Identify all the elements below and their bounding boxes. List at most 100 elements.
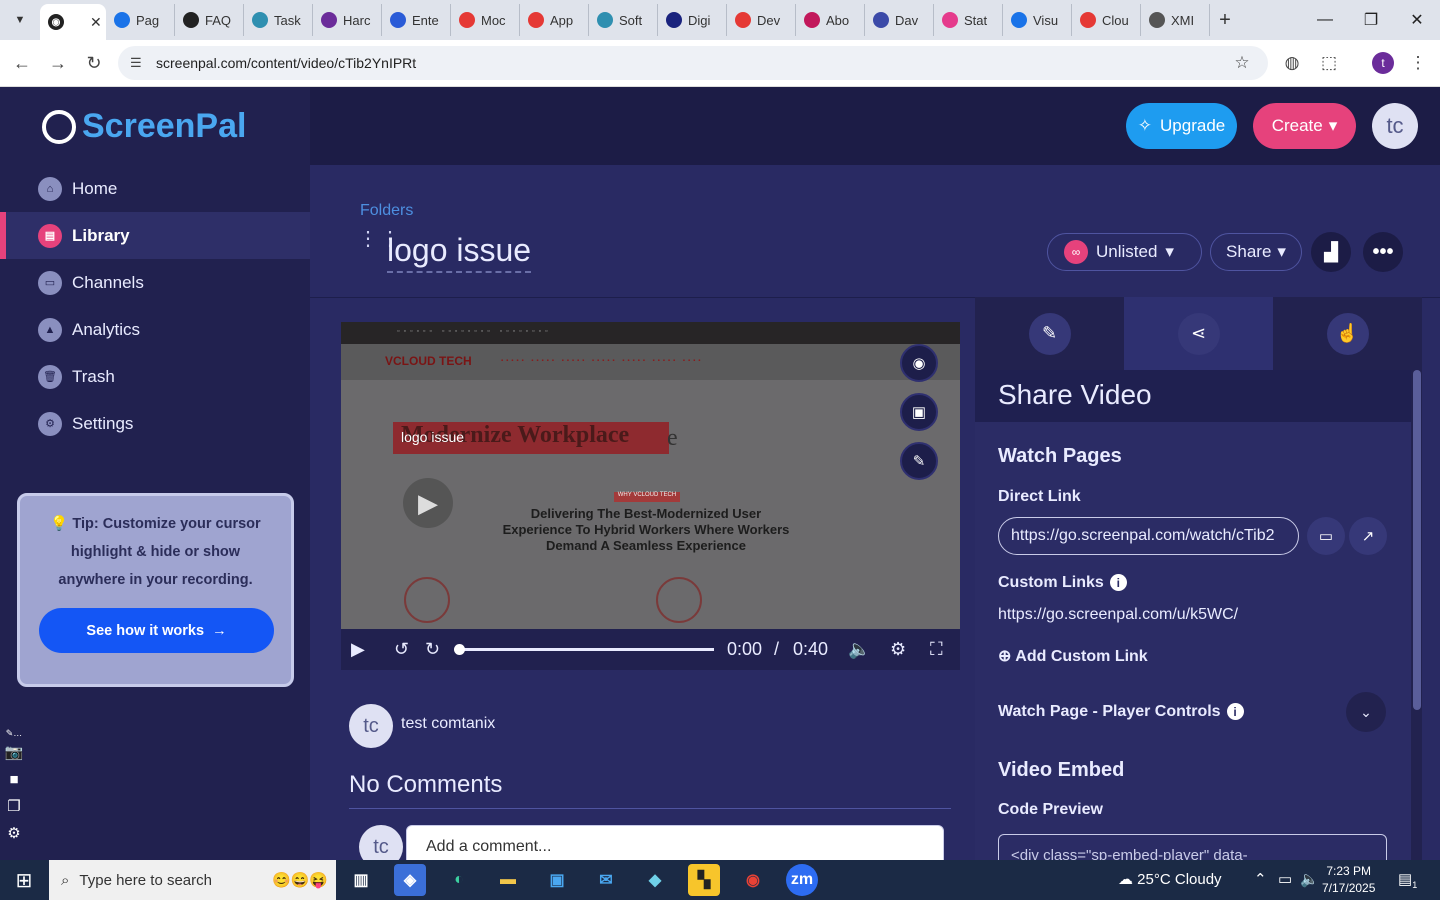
tab-share[interactable]: ⋖ xyxy=(1124,297,1273,370)
scrollbar[interactable] xyxy=(1411,370,1422,860)
see-how-it-works-button[interactable]: See how it works → xyxy=(39,608,274,653)
new-tab-icon[interactable]: + xyxy=(1210,9,1240,32)
image-icon[interactable]: ▣ xyxy=(900,393,938,431)
info-icon[interactable]: i xyxy=(1109,574,1127,592)
browser-tab[interactable]: Visu xyxy=(1003,4,1072,36)
upgrade-button[interactable]: ✧ Upgrade xyxy=(1126,103,1237,149)
browser-tab[interactable]: FAQ xyxy=(175,4,244,36)
edit-video-icon[interactable]: ✎ xyxy=(900,442,938,480)
screenpal-logo[interactable]: ScreenPal xyxy=(42,107,246,146)
video-camera-icon[interactable]: ■ xyxy=(4,769,24,789)
network-icon[interactable]: ▭ xyxy=(1278,870,1292,888)
add-custom-link-button[interactable]: ⊕ Add Custom Link xyxy=(998,646,1148,666)
big-play-button[interactable]: ▶ xyxy=(403,478,453,528)
breadcrumb-folders[interactable]: Folders xyxy=(360,202,413,220)
site-info-icon[interactable]: ☰ xyxy=(130,55,142,71)
minimize-icon[interactable]: — xyxy=(1302,0,1348,40)
fullscreen-icon[interactable]: ⛶ xyxy=(930,639,943,660)
copy-link-button[interactable]: ▭ xyxy=(1307,517,1345,555)
seek-handle[interactable] xyxy=(454,644,465,655)
browser-tab[interactable]: Harc xyxy=(313,4,382,36)
copilot-icon[interactable]: ◈ xyxy=(394,864,426,896)
camera-icon[interactable]: 📷 xyxy=(4,742,24,762)
direct-link-field[interactable]: https://go.screenpal.com/watch/cTib2 xyxy=(998,517,1299,555)
store-icon[interactable]: ▣ xyxy=(541,864,573,896)
bookmark-star-icon[interactable]: ☆ xyxy=(1225,46,1259,80)
play-icon[interactable]: ▶ xyxy=(351,639,365,660)
rewind-icon[interactable]: ↺ xyxy=(394,639,409,660)
sidebar-item-channels[interactable]: ▭ Channels xyxy=(0,259,310,306)
settings-tool-icon[interactable]: ⚙ xyxy=(4,823,24,843)
tab-edit[interactable]: ✎ xyxy=(975,297,1124,370)
windows-icon[interactable]: ❐ xyxy=(4,796,24,816)
browser-tab[interactable]: XMI xyxy=(1141,4,1210,36)
browser-tab[interactable]: Dav xyxy=(865,4,934,36)
browser-tab[interactable]: Clou xyxy=(1072,4,1141,36)
pencil-tool-icon[interactable]: ✎… xyxy=(4,723,24,743)
scrollbar-thumb[interactable] xyxy=(1413,370,1421,710)
browser-menu-icon[interactable]: ⋮ xyxy=(1401,46,1435,80)
page-title[interactable]: logo issue xyxy=(387,232,532,273)
browser-tab[interactable]: Digi xyxy=(658,4,727,36)
task-view-icon[interactable]: ▥ xyxy=(345,864,377,896)
color-wheel-icon[interactable]: ◉ xyxy=(900,344,938,382)
chrome-icon[interactable]: ◉ xyxy=(737,864,769,896)
analytics-button[interactable]: ▟ xyxy=(1311,232,1351,272)
settings-gear-icon[interactable]: ⚙ xyxy=(890,639,906,660)
speaker-icon[interactable]: 🔈 xyxy=(1300,870,1319,888)
notification-icon[interactable]: ▤1 xyxy=(1398,870,1417,890)
owner-avatar[interactable]: tc xyxy=(349,704,393,748)
back-icon[interactable]: ← xyxy=(4,45,40,81)
browser-tab[interactable]: App xyxy=(520,4,589,36)
seek-bar[interactable] xyxy=(459,648,714,651)
sidebar-item-library[interactable]: ▤ Library xyxy=(0,212,310,259)
reload-icon[interactable]: ↻ xyxy=(76,45,112,81)
sidebar-item-settings[interactable]: ⚙ Settings xyxy=(0,400,310,447)
browser-tab[interactable]: Stat xyxy=(934,4,1003,36)
weather-widget[interactable]: ☁ 25°C Cloudy xyxy=(1118,870,1222,888)
chevron-up-icon[interactable]: ⌃ xyxy=(1254,870,1267,888)
taskbar-search[interactable]: ⌕ Type here to search 😊😄😝 xyxy=(49,860,336,900)
zoom-icon[interactable]: zm xyxy=(786,864,818,896)
forward-icon[interactable]: → xyxy=(40,45,76,81)
tab-interactions[interactable]: ☝ xyxy=(1273,297,1422,370)
close-window-icon[interactable]: ✕ xyxy=(1394,0,1440,40)
visibility-dropdown[interactable]: ∞ Unlisted ▾ xyxy=(1047,233,1202,271)
sticky-notes-icon[interactable]: ▚ xyxy=(688,864,720,896)
edge-icon[interactable]: ◐ xyxy=(443,864,475,896)
browser-tab[interactable]: Pag xyxy=(106,4,175,36)
expand-player-controls-button[interactable]: ⌄ xyxy=(1346,692,1386,732)
browser-tab[interactable]: Ente xyxy=(382,4,451,36)
forward-icon[interactable]: ↻ xyxy=(425,639,440,660)
translate-icon[interactable]: ◍ xyxy=(1275,46,1309,80)
sidebar-item-home[interactable]: ⌂ Home xyxy=(0,165,310,212)
browser-tab[interactable]: Dev xyxy=(727,4,796,36)
sidebar-item-analytics[interactable]: ▲ Analytics xyxy=(0,306,310,353)
browser-tab[interactable]: Abo xyxy=(796,4,865,36)
extensions-icon[interactable]: ⬚ xyxy=(1312,46,1346,80)
url-input[interactable]: ☰ screenpal.com/content/video/cTib2YnIPR… xyxy=(118,46,1268,80)
volume-icon[interactable]: 🔈 xyxy=(848,639,870,660)
browser-tab[interactable]: Task xyxy=(244,4,313,36)
custom-link[interactable]: https://go.screenpal.com/u/k5WC/ xyxy=(998,606,1238,624)
info-icon[interactable]: i xyxy=(1226,703,1244,721)
more-options-button[interactable]: ••• xyxy=(1363,232,1403,272)
video-frame[interactable]: ▫▫▫▫▫▫ ▫▫▫▫▫▫▫▫ ▫▫▫▫▫▫▫▫ VCLOUD TECH ▪▪▪… xyxy=(341,322,960,629)
close-tab-icon[interactable]: ✕ xyxy=(90,14,102,31)
browser-tab-active[interactable]: ◉ ✕ xyxy=(40,4,106,40)
open-link-button[interactable]: ↗ xyxy=(1349,517,1387,555)
windows-start-icon[interactable]: ⊞ xyxy=(0,860,48,900)
sidebar-item-trash[interactable]: 🗑 Trash xyxy=(0,353,310,400)
player-controls-section[interactable]: Watch Page - Player Controls i xyxy=(998,703,1244,721)
file-explorer-icon[interactable]: ▬ xyxy=(492,864,524,896)
browser-tab[interactable]: Soft xyxy=(589,4,658,36)
clock[interactable]: 7:23 PM 7/17/2025 xyxy=(1322,863,1375,897)
share-dropdown[interactable]: Share ▾ xyxy=(1210,233,1302,271)
avatar[interactable]: tc xyxy=(1372,103,1418,149)
profile-avatar[interactable]: t xyxy=(1366,46,1400,80)
tab-search-icon[interactable]: ▼ xyxy=(0,0,40,40)
restore-icon[interactable]: ❐ xyxy=(1348,0,1394,40)
browser-tab[interactable]: Moc xyxy=(451,4,520,36)
video-player[interactable]: ▫▫▫▫▫▫ ▫▫▫▫▫▫▫▫ ▫▫▫▫▫▫▫▫ VCLOUD TECH ▪▪▪… xyxy=(341,322,960,670)
create-button[interactable]: Create ▾ xyxy=(1253,103,1356,149)
